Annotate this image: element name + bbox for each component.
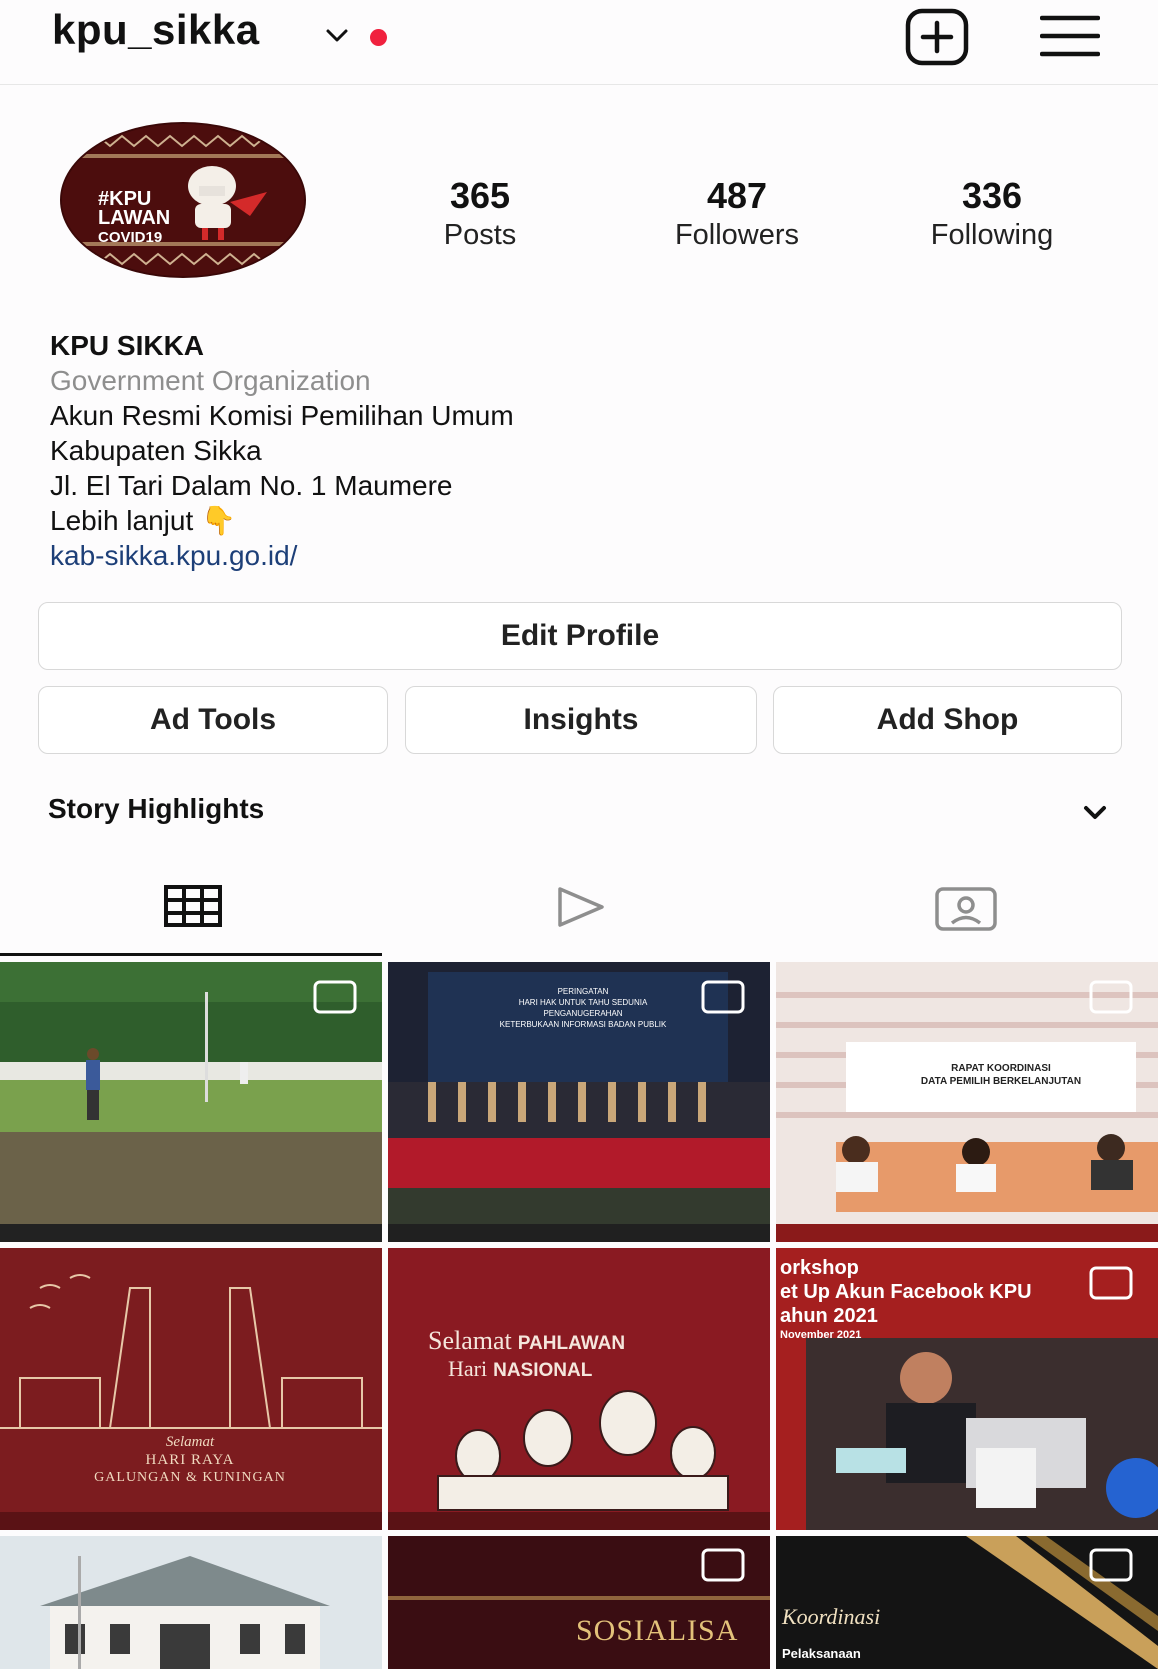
edit-profile-button[interactable]: Edit Profile xyxy=(38,602,1122,670)
followers-label: Followers xyxy=(674,219,800,251)
posts-stat[interactable]: 365 Posts xyxy=(380,176,580,254)
post-grid: PERINGATAN HARI HAK UNTUK TAHU SEDUNIA P… xyxy=(0,958,1158,1669)
post-tile-field[interactable] xyxy=(0,962,382,1242)
bio-line: Kabupaten Sikka xyxy=(50,435,262,466)
following-label: Following xyxy=(930,219,1054,251)
top-bar: kpu_sikka xyxy=(0,0,1158,80)
avatar-text-lawan: LAWAN xyxy=(98,207,171,229)
post-text: GALUNGAN & KUNINGAN xyxy=(94,1470,286,1485)
username-switcher[interactable]: kpu_sikka xyxy=(52,6,260,54)
pointing-down-emoji: 👇 xyxy=(201,505,236,536)
reels-icon[interactable] xyxy=(554,884,608,930)
followers-count: 487 xyxy=(706,175,768,216)
post-tile-koordinasi[interactable]: Koordinasi Pelaksanaan xyxy=(776,1536,1158,1669)
post-text: RAPAT KOORDINASI xyxy=(951,1063,1051,1074)
active-tab-indicator xyxy=(0,953,382,956)
post-text: November 2021 xyxy=(780,1329,862,1341)
post-text: Selamat xyxy=(165,1434,215,1450)
add-shop-button[interactable]: Add Shop xyxy=(773,686,1122,754)
profile-website-link[interactable]: kab-sikka.kpu.go.id/ xyxy=(50,538,1050,573)
posts-label: Posts xyxy=(443,219,517,251)
profile-bio: KPU SIKKA Government Organization Akun R… xyxy=(50,328,1050,573)
insights-button[interactable]: Insights xyxy=(405,686,757,754)
post-text: Koordinasi xyxy=(782,1604,881,1629)
post-tile-workshop[interactable]: orkshop et Up Akun Facebook KPU ahun 202… xyxy=(776,1248,1158,1530)
grid-icon[interactable] xyxy=(164,885,222,927)
post-tile-sosialisasi[interactable]: SOSIALISA xyxy=(388,1536,770,1669)
post-text: orkshop xyxy=(780,1257,859,1279)
post-text: PAHLAWAN xyxy=(517,1333,626,1354)
post-text: PENGANUGERAHAN xyxy=(543,1009,623,1018)
tagged-icon[interactable] xyxy=(934,886,998,932)
posts-count: 365 xyxy=(449,175,511,216)
post-text: DATA PEMILIH BERKELANJUTAN xyxy=(920,1076,1082,1087)
notification-dot xyxy=(370,29,387,46)
post-text: Pelaksanaan xyxy=(782,1646,861,1661)
chevron-down-icon[interactable] xyxy=(1080,800,1110,826)
bio-line: Akun Resmi Komisi Pemilihan Umum xyxy=(50,400,514,431)
new-post-icon[interactable] xyxy=(902,8,972,66)
profile-avatar[interactable]: #KPU LAWAN COVID19 xyxy=(62,124,304,276)
post-text: Hari xyxy=(448,1356,488,1381)
post-text: Selamat xyxy=(428,1326,512,1355)
post-tile-galungan[interactable]: Selamat HARI RAYA GALUNGAN & KUNINGAN xyxy=(0,1248,382,1530)
following-count: 336 xyxy=(961,175,1023,216)
following-stat[interactable]: 336 Following xyxy=(892,176,1092,254)
post-tile-ceremony[interactable]: PERINGATAN HARI HAK UNTUK TAHU SEDUNIA P… xyxy=(388,962,770,1242)
bio-more-text: Lebih lanjut xyxy=(50,505,194,536)
chevron-down-icon[interactable] xyxy=(322,20,352,50)
story-highlights-label[interactable]: Story Highlights xyxy=(48,793,264,825)
ad-tools-button[interactable]: Ad Tools xyxy=(38,686,388,754)
post-text: HARI HAK UNTUK TAHU SEDUNIA xyxy=(518,998,648,1007)
post-text: SOSIALISA xyxy=(576,1614,739,1647)
post-text: et Up Akun Facebook KPU xyxy=(780,1281,1032,1303)
post-tile-meeting[interactable]: RAPAT KOORDINASI DATA PEMILIH BERKELANJU… xyxy=(776,962,1158,1242)
profile-name: KPU SIKKA xyxy=(50,330,205,361)
header-divider xyxy=(0,84,1158,85)
post-text: PERINGATAN xyxy=(557,987,609,996)
post-text: HARI RAYA xyxy=(145,1452,235,1468)
post-tile-pahlawan[interactable]: Selamat PAHLAWAN Hari NASIONAL xyxy=(388,1248,770,1530)
post-text: NASIONAL xyxy=(493,1360,593,1381)
post-text: ahun 2021 xyxy=(780,1305,878,1327)
profile-category: Government Organization xyxy=(50,365,371,396)
avatar-text-covid: COVID19 xyxy=(98,229,163,246)
bio-line: Jl. El Tari Dalam No. 1 Maumere xyxy=(50,470,453,501)
bio-line-more: Lebih lanjut 👇 xyxy=(50,503,1050,538)
post-tile-building[interactable] xyxy=(0,1536,382,1669)
followers-stat[interactable]: 487 Followers xyxy=(637,176,837,254)
menu-icon[interactable] xyxy=(1040,12,1100,60)
post-text: KETERBUKAAN INFORMASI BADAN PUBLIK xyxy=(499,1020,667,1029)
